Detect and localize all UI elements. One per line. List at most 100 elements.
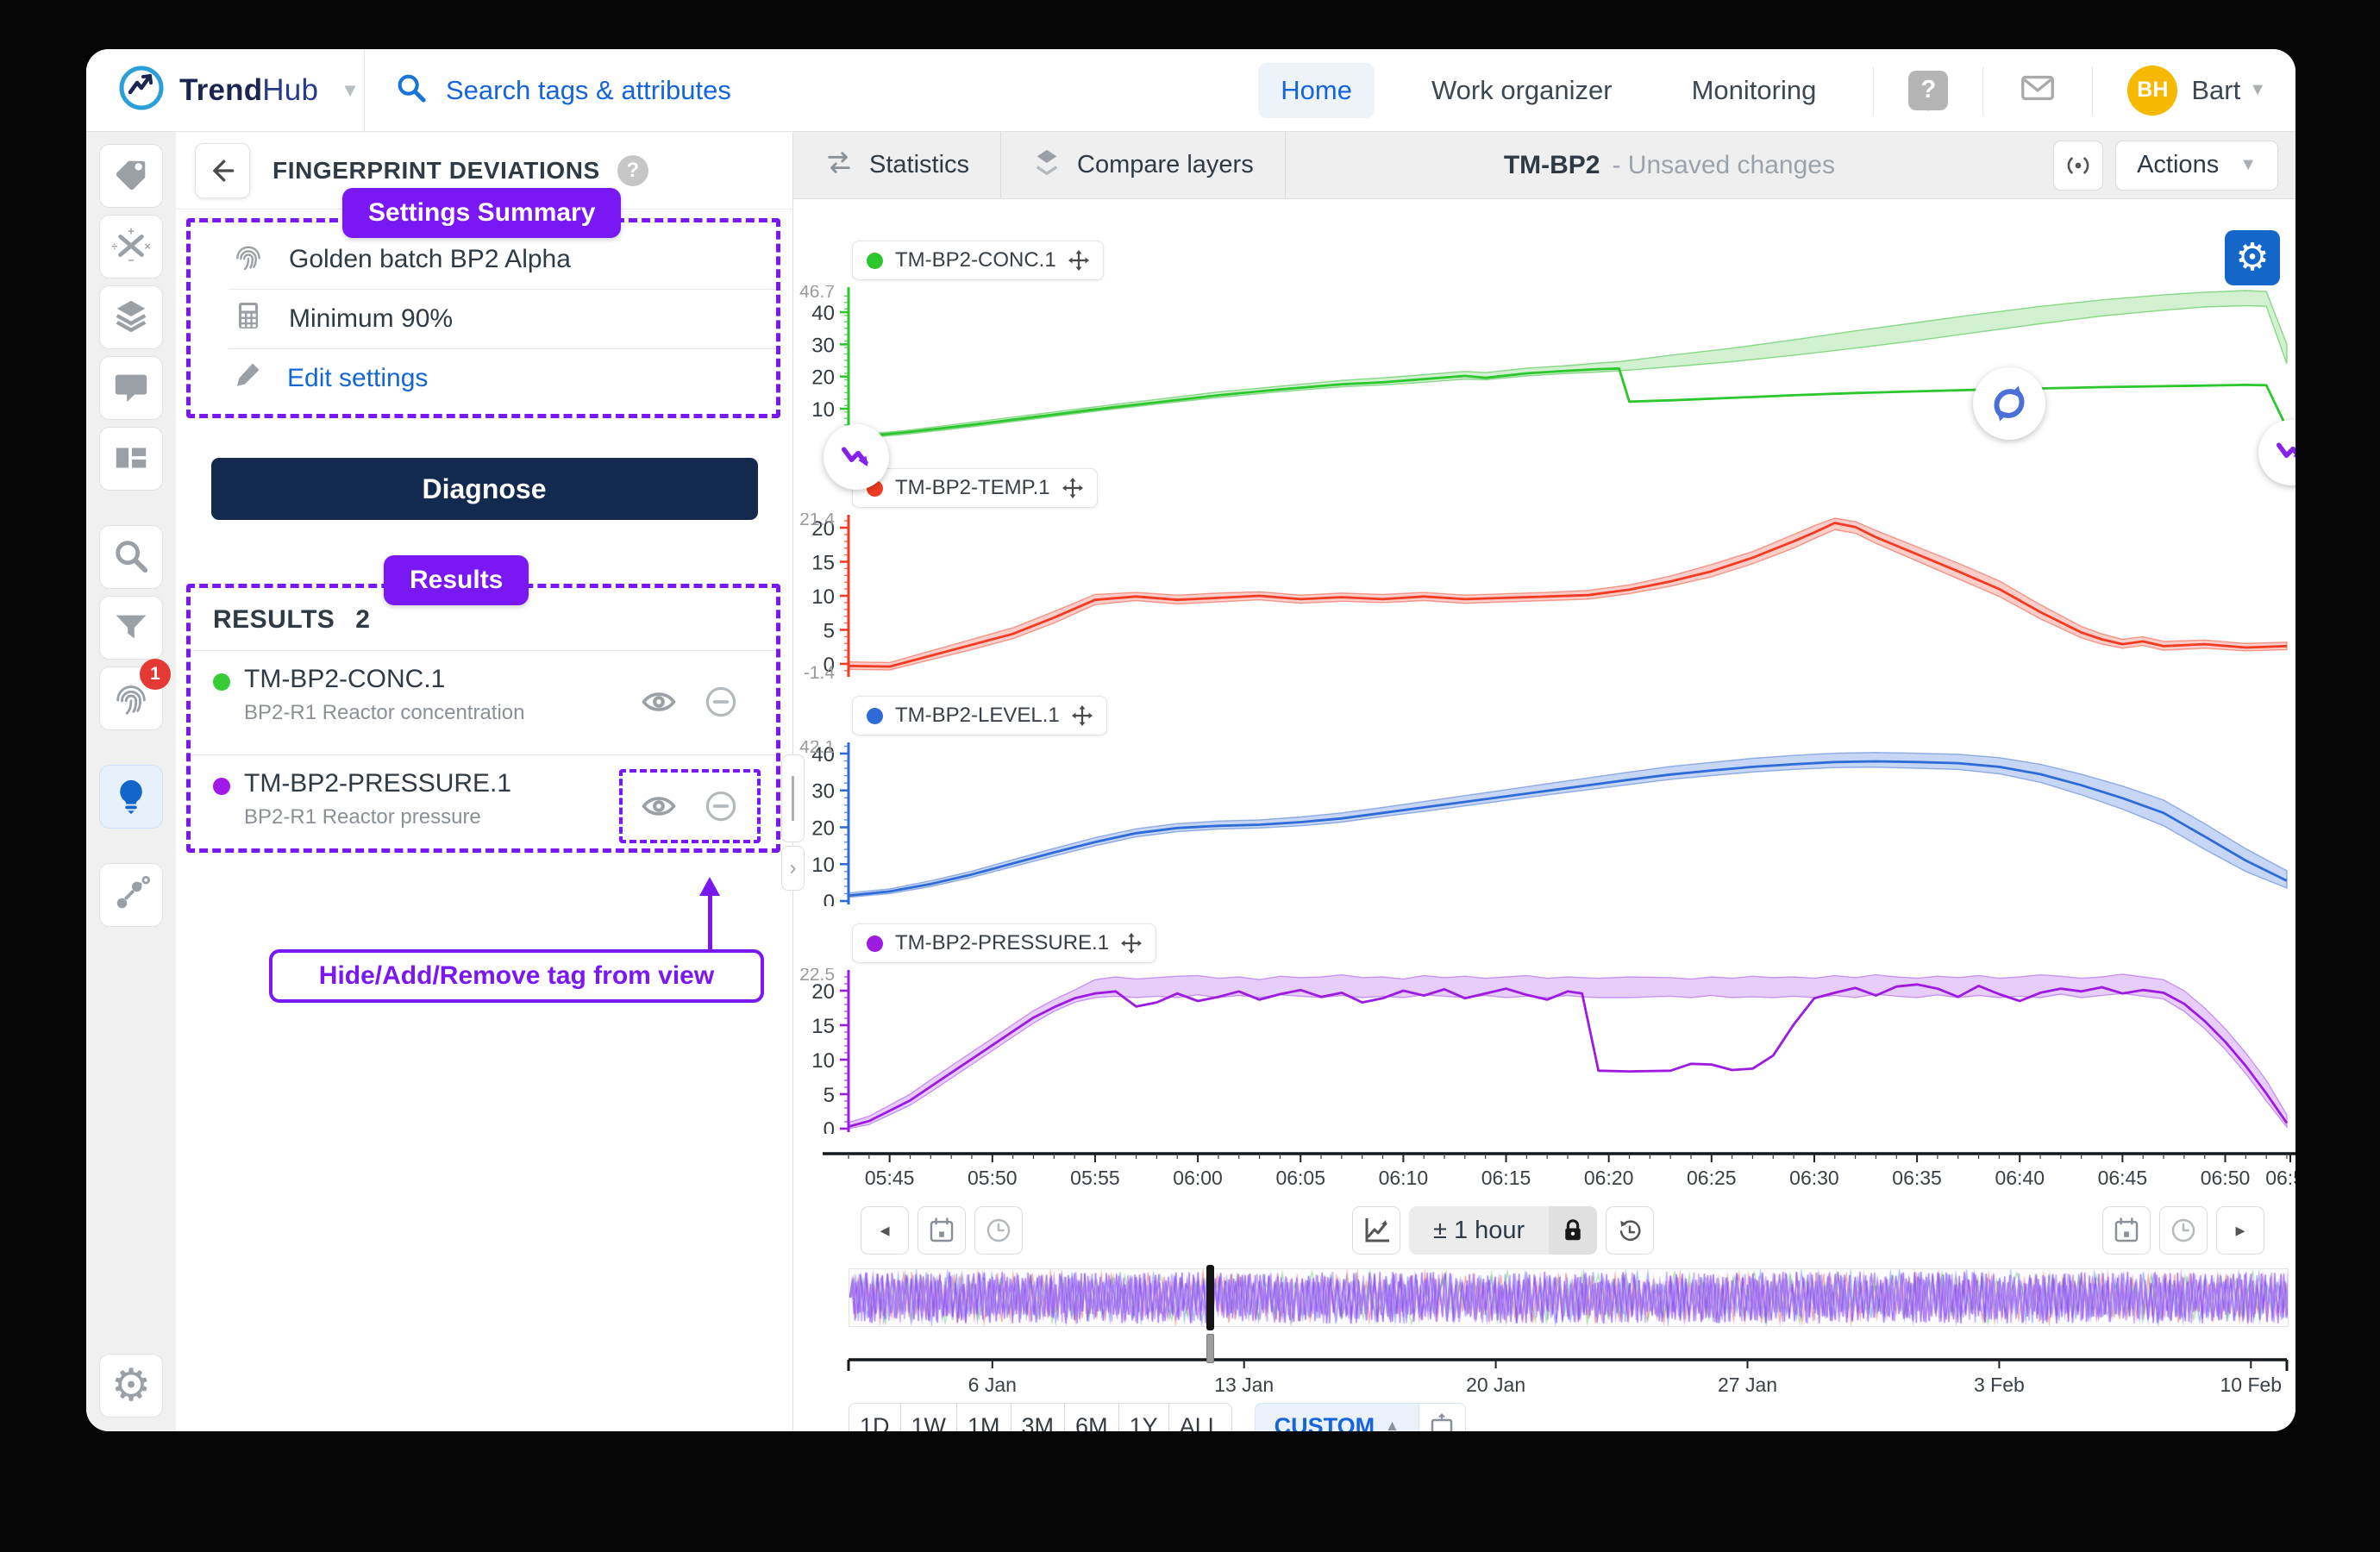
visibility-toggle-button[interactable] — [640, 683, 678, 721]
logo-chevron-down-icon[interactable]: ▼ — [341, 79, 360, 102]
panel-collapse-button[interactable]: › — [781, 846, 805, 891]
remove-tag-button[interactable] — [702, 787, 740, 825]
compare-layers-button[interactable]: Compare layers — [1001, 132, 1286, 198]
rail-formulas-button[interactable]: + − ÷ × — [99, 215, 163, 278]
help-icon[interactable]: ? — [617, 155, 648, 186]
back-button[interactable] — [195, 143, 250, 198]
chevron-up-icon: ▲ — [1385, 1417, 1400, 1431]
global-search[interactable] — [365, 71, 1258, 110]
time-end-button[interactable] — [2159, 1206, 2208, 1255]
rail-layers-button[interactable] — [99, 285, 163, 349]
diagnose-button[interactable]: Diagnose — [211, 458, 758, 520]
current-view-marker[interactable] — [1206, 1265, 1214, 1330]
edit-settings-link[interactable]: Edit settings — [191, 352, 776, 405]
actions-button[interactable]: Actions ▼ — [2115, 141, 2278, 191]
move-icon[interactable] — [1121, 933, 1142, 954]
history-button[interactable] — [1606, 1206, 1654, 1255]
move-icon[interactable] — [1068, 250, 1089, 271]
rail-fingerprint-button[interactable]: 1 — [99, 666, 163, 730]
performance-chart-button[interactable] — [1352, 1206, 1400, 1255]
series-chip-TM-BP2-PRESSURE.1[interactable]: TM-BP2-PRESSURE.1 — [852, 923, 1156, 963]
pan-left-button[interactable]: ◂ — [861, 1206, 909, 1255]
svg-text:10: 10 — [811, 585, 835, 609]
app-window: TrendHub ▼ Home Work organizer Monitorin… — [86, 49, 2295, 1431]
range-all-button[interactable]: ALL — [1168, 1403, 1232, 1431]
rail-context-items-button[interactable] — [99, 863, 163, 927]
range-1y-button[interactable]: 1Y — [1118, 1403, 1169, 1431]
time-start-button[interactable] — [974, 1206, 1023, 1255]
series-chip-label: TM-BP2-CONC.1 — [895, 248, 1056, 272]
refresh-layers-button[interactable] — [1973, 367, 2045, 440]
svg-text:30: 30 — [811, 780, 835, 804]
x-axis[interactable]: 05:4505:5005:5506:0006:0506:1006:1506:20… — [793, 1151, 2295, 1191]
rail-settings-button[interactable]: ⚙ — [99, 1354, 163, 1417]
svg-text:0: 0 — [824, 1118, 835, 1134]
series-chip-TM-BP2-TEMP.1[interactable]: TM-BP2-TEMP.1 — [852, 468, 1098, 508]
panel-resize-grip[interactable] — [781, 754, 805, 842]
move-icon[interactable] — [1062, 478, 1083, 498]
svg-text:06:35: 06:35 — [1892, 1167, 1942, 1189]
trendhub-logo-icon — [117, 64, 166, 116]
current-view-handle[interactable] — [1206, 1334, 1214, 1363]
result-tag-description: BP2-R1 Reactor pressure — [244, 805, 511, 829]
mail-icon[interactable] — [2018, 68, 2057, 112]
rail-recommendations-button[interactable] — [99, 765, 163, 829]
result-actions — [619, 665, 761, 739]
search-input[interactable] — [444, 74, 961, 107]
chart-plot-TM-BP2-CONC.1[interactable]: 1020304046.7 — [793, 285, 2295, 451]
broadcast-button[interactable] — [2053, 141, 2103, 191]
view-status: - Unsaved changes — [1612, 151, 1835, 180]
svg-text:5: 5 — [824, 1084, 835, 1107]
range-1d-button[interactable]: 1D — [849, 1403, 901, 1431]
nav-tab-work-organizer[interactable]: Work organizer — [1409, 63, 1635, 118]
dashboard-icon — [111, 438, 151, 480]
nav-tab-monitoring[interactable]: Monitoring — [1669, 63, 1839, 118]
calendar-end-button[interactable] — [2102, 1206, 2151, 1255]
comment-icon — [111, 367, 151, 410]
time-range-label[interactable]: ± 1 hour — [1409, 1217, 1549, 1245]
chart-plot-TM-BP2-PRESSURE.1[interactable]: 0510152022.5 — [793, 968, 2295, 1134]
user-menu[interactable]: BH Bart ▼ — [2127, 66, 2266, 116]
app-logo[interactable]: TrendHub ▼ — [86, 64, 364, 116]
calendar-icon — [927, 1216, 956, 1245]
svg-text:30: 30 — [811, 334, 835, 357]
help-icon[interactable]: ? — [1908, 71, 1948, 110]
rail-comments-button[interactable] — [99, 356, 163, 420]
svg-text:05:50: 05:50 — [968, 1167, 1018, 1189]
rail-dashboard-button[interactable] — [99, 427, 163, 491]
fit-range-button[interactable] — [1419, 1404, 1465, 1431]
compare-layers-icon — [1032, 147, 1062, 184]
series-chip-TM-BP2-CONC.1[interactable]: TM-BP2-CONC.1 — [852, 241, 1104, 280]
rail-filter-button[interactable] — [99, 596, 163, 660]
overview-strip[interactable] — [849, 1268, 2289, 1327]
chart-plot-TM-BP2-LEVEL.1[interactable]: 01020304042.1 — [793, 741, 2295, 906]
pan-right-button[interactable]: ▸ — [2216, 1206, 2264, 1255]
statistics-button[interactable]: Statistics — [793, 132, 1001, 198]
svg-text:06:15: 06:15 — [1481, 1167, 1531, 1189]
svg-text:06:50: 06:50 — [2201, 1167, 2251, 1189]
chart-plot-TM-BP2-TEMP.1[interactable]: 0510152021.4-1.4 — [793, 513, 2295, 679]
series-chip-TM-BP2-LEVEL.1[interactable]: TM-BP2-LEVEL.1 — [852, 696, 1107, 735]
range-1m-button[interactable]: 1M — [956, 1403, 1012, 1431]
range-1w-button[interactable]: 1W — [900, 1403, 958, 1431]
lock-range-button[interactable] — [1549, 1206, 1597, 1255]
range-3m-button[interactable]: 3M — [1011, 1403, 1066, 1431]
result-tag-description: BP2-R1 Reactor concentration — [244, 701, 525, 725]
chart-settings-button[interactable]: ⚙ — [2225, 230, 2280, 285]
nav-tab-home[interactable]: Home — [1258, 63, 1375, 118]
svg-text:-1.4: -1.4 — [804, 663, 836, 679]
funnel-icon — [111, 607, 151, 649]
deviation-zigzag-icon — [2272, 434, 2295, 472]
settings-fingerprint-row: Golden batch BP2 Alpha — [191, 233, 776, 286]
rail-tags-button[interactable] — [99, 144, 163, 208]
clock-icon — [2169, 1216, 2198, 1245]
previous-deviation-button[interactable] — [824, 424, 889, 490]
rail-search-button[interactable] — [99, 525, 163, 589]
custom-range-button[interactable]: CUSTOM▲ — [1256, 1404, 1419, 1431]
statistics-icon — [824, 147, 854, 184]
calendar-start-button[interactable] — [918, 1206, 966, 1255]
range-6m-button[interactable]: 6M — [1064, 1403, 1119, 1431]
move-icon[interactable] — [1072, 705, 1093, 726]
remove-tag-button[interactable] — [702, 683, 740, 721]
visibility-toggle-button[interactable] — [640, 787, 678, 825]
